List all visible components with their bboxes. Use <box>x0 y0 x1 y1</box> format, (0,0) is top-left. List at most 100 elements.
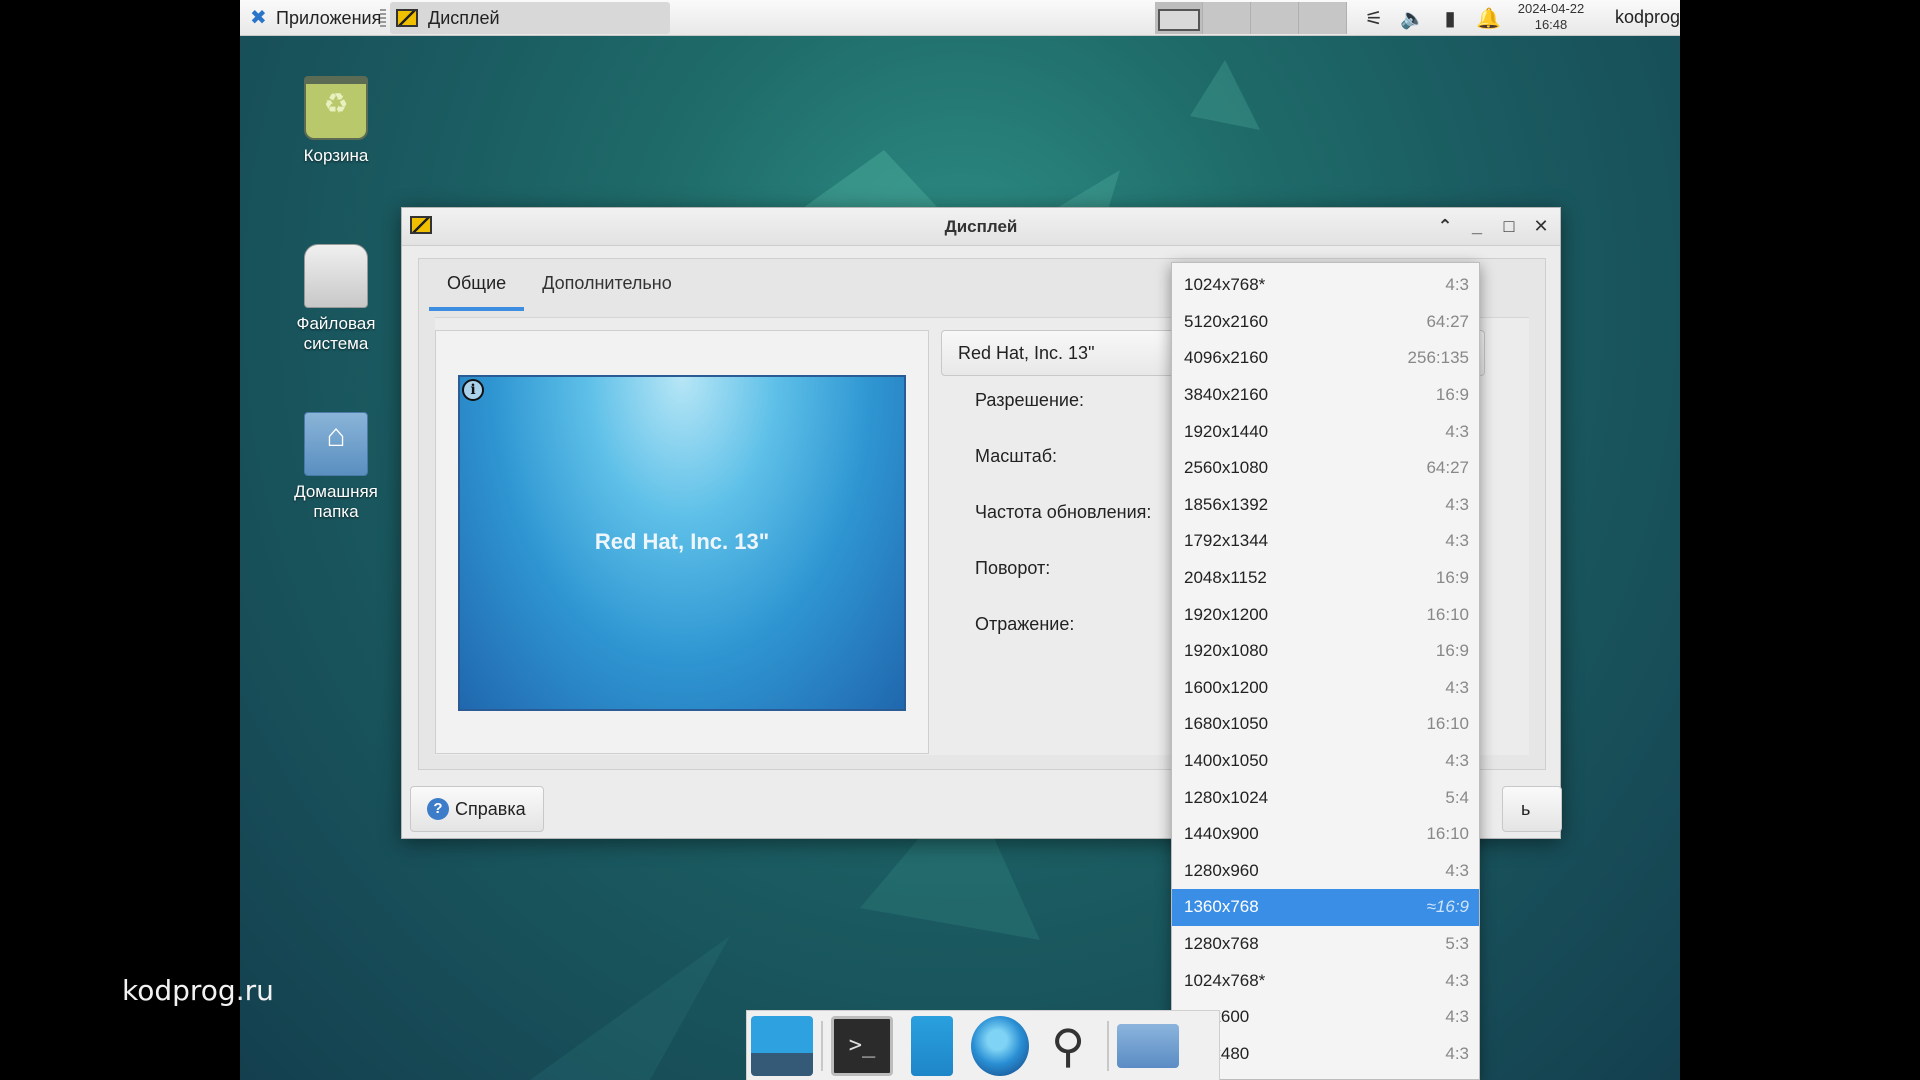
help-button-label: Справка <box>455 798 526 819</box>
help-icon: ? <box>427 798 449 820</box>
resolution-option-ratio: 16:9 <box>1435 568 1469 588</box>
resolution-option-ratio: 5:3 <box>1445 933 1469 953</box>
resolution-option[interactable]: 2560x1080 64:27 <box>1172 450 1479 487</box>
resolution-option-ratio: 16:9 <box>1435 641 1469 661</box>
resolution-option[interactable]: 1360x768 ≈16:9 <box>1172 889 1479 926</box>
drive-icon <box>304 244 368 308</box>
taskbar-display-button[interactable]: Дисплей <box>390 2 670 34</box>
resolution-option[interactable]: 4096x2160 256:135 <box>1172 340 1479 377</box>
applications-menu-label: Приложения <box>276 7 382 28</box>
network-icon[interactable]: ⚟ <box>1362 6 1386 31</box>
resolution-option-ratio: 4:3 <box>1445 751 1469 771</box>
resolution-option-ratio: ≈16:9 <box>1426 897 1469 917</box>
resolution-option[interactable]: 1400x1050 4:3 <box>1172 743 1479 780</box>
resolution-option-value: 1400x1050 <box>1184 751 1269 771</box>
workspace-1[interactable] <box>1155 2 1203 34</box>
clock-date: 2024-04-22 <box>1517 1 1585 16</box>
minimize-button[interactable]: _ <box>1466 214 1488 238</box>
dialog-titlebar[interactable]: Дисплей ⌃ _ □ ✕ <box>402 208 1560 246</box>
resolution-option-value: 1280x1024 <box>1184 787 1269 807</box>
resolution-option[interactable]: 1024x768* 4:3 <box>1172 962 1479 999</box>
monitor-preview-label: Red Hat, Inc. 13" <box>594 529 770 554</box>
resolution-option-ratio: 4:3 <box>1445 531 1469 551</box>
monitor-preview[interactable]: i Red Hat, Inc. 13" <box>458 375 906 711</box>
terminal-icon[interactable]: >_ <box>831 1015 893 1076</box>
resolution-option-value: 1856x1392 <box>1184 494 1269 514</box>
desktop-icon-trash[interactable]: Корзина <box>276 76 396 166</box>
resolution-option-ratio: 16:10 <box>1426 824 1469 844</box>
volume-icon[interactable]: 🔈 <box>1400 6 1425 31</box>
dock-separator <box>1107 1020 1109 1071</box>
resolution-option-value: 1280x960 <box>1184 860 1259 880</box>
resolution-option-ratio: 4:3 <box>1445 970 1469 990</box>
workspace-3[interactable] <box>1251 2 1299 34</box>
resolution-dropdown: 1024x768* 4:3 5120x2160 64:27 4096x2160 256:1… <box>1171 262 1480 1080</box>
resolution-option[interactable]: 3840x2160 16:9 <box>1172 377 1479 414</box>
xfce-mouse-icon: ✖ <box>250 7 267 29</box>
resolution-option-ratio: 64:27 <box>1426 311 1469 331</box>
resolution-option-ratio: 256:135 <box>1407 348 1469 368</box>
bell-icon[interactable]: 🔔 <box>1476 6 1501 31</box>
tab-general[interactable]: Общие <box>429 259 525 311</box>
resolution-label: Разрешение: <box>975 390 1084 410</box>
tab-bar: Общие Дополнительно <box>429 259 690 311</box>
resolution-option[interactable]: 1792x1344 4:3 <box>1172 523 1479 560</box>
clock-time: 16:48 <box>1534 17 1568 32</box>
close-dialog-button[interactable]: ь <box>1502 786 1562 832</box>
resolution-option-value: 5120x2160 <box>1184 311 1269 331</box>
folder-icon[interactable] <box>1117 1023 1179 1068</box>
resolution-option[interactable]: 1856x1392 4:3 <box>1172 487 1479 524</box>
window-controls: ⌃ _ □ ✕ <box>1434 214 1552 238</box>
resolution-option[interactable]: 1920x1080 16:9 <box>1172 633 1479 670</box>
wallpaper-shard <box>800 150 940 210</box>
top-panel: ✖ Приложения Дисплей ⚟ 🔈 ▮ 🔔 2024-04-22 … <box>240 0 1680 36</box>
clock[interactable]: 2024-04-22 16:48 <box>1510 1 1592 33</box>
resolution-option-value: 1280x768 <box>1184 933 1259 953</box>
trash-icon <box>304 76 368 140</box>
resolution-option-ratio: 16:9 <box>1435 385 1469 405</box>
workspace-switcher <box>1155 2 1347 34</box>
shade-button[interactable]: ⌃ <box>1434 214 1456 238</box>
resolution-option[interactable]: 1280x1024 5:4 <box>1172 779 1479 816</box>
resolution-option-ratio: 4:3 <box>1445 494 1469 514</box>
resolution-option[interactable]: 1280x768 5:3 <box>1172 926 1479 963</box>
dock-panel: >_ ⚲ <box>746 1010 1220 1080</box>
home-folder-icon <box>304 412 368 476</box>
resolution-option[interactable]: 1440x900 16:10 <box>1172 816 1479 853</box>
info-icon[interactable]: i <box>462 379 484 401</box>
desktop-icon-filesystem[interactable]: Файловая система <box>276 244 396 354</box>
resolution-option[interactable]: 1024x768* 4:3 <box>1172 267 1479 304</box>
workspace-4[interactable] <box>1299 2 1347 34</box>
applications-menu[interactable]: ✖ Приложения <box>244 4 387 32</box>
tab-advanced[interactable]: Дополнительно <box>524 259 690 311</box>
user-menu[interactable]: kodprog <box>1615 7 1680 28</box>
maximize-button[interactable]: □ <box>1498 214 1520 238</box>
resolution-option[interactable]: 1920x1440 4:3 <box>1172 413 1479 450</box>
resolution-option[interactable]: 1600x1200 4:3 <box>1172 670 1479 707</box>
desktop-icon-label: Домашняя папка <box>294 482 378 521</box>
resolution-option[interactable]: 5120x2160 64:27 <box>1172 304 1479 341</box>
file-manager-icon[interactable] <box>911 1015 953 1076</box>
help-button[interactable]: ? Справка <box>410 786 544 832</box>
resolution-option-value: 4096x2160 <box>1184 348 1269 368</box>
resolution-option[interactable]: 1920x1200 16:10 <box>1172 596 1479 633</box>
resolution-option-ratio: 4:3 <box>1445 1007 1469 1027</box>
resolution-option[interactable]: 1680x1050 16:10 <box>1172 706 1479 743</box>
system-tray: ⚟ 🔈 ▮ 🔔 <box>1362 3 1501 33</box>
resolution-option[interactable]: 1280x960 4:3 <box>1172 853 1479 890</box>
battery-icon[interactable]: ▮ <box>1438 6 1462 31</box>
show-desktop-icon[interactable] <box>751 1015 813 1076</box>
display-icon <box>396 9 418 27</box>
resolution-option-ratio: 4:3 <box>1445 275 1469 295</box>
desktop-icon-label: Файловая система <box>296 314 376 353</box>
close-button[interactable]: ✕ <box>1530 214 1552 238</box>
desktop-icon-home[interactable]: Домашняя папка <box>276 412 396 522</box>
rotation-label: Поворот: <box>975 558 1051 578</box>
wallpaper-shard <box>530 936 730 1080</box>
web-browser-icon[interactable] <box>971 1015 1029 1076</box>
search-icon[interactable]: ⚲ <box>1037 1016 1099 1076</box>
resolution-option-ratio: 4:3 <box>1445 860 1469 880</box>
resolution-option-value: 1024x768* <box>1184 275 1266 295</box>
workspace-2[interactable] <box>1203 2 1251 34</box>
resolution-option[interactable]: 2048x1152 16:9 <box>1172 560 1479 597</box>
